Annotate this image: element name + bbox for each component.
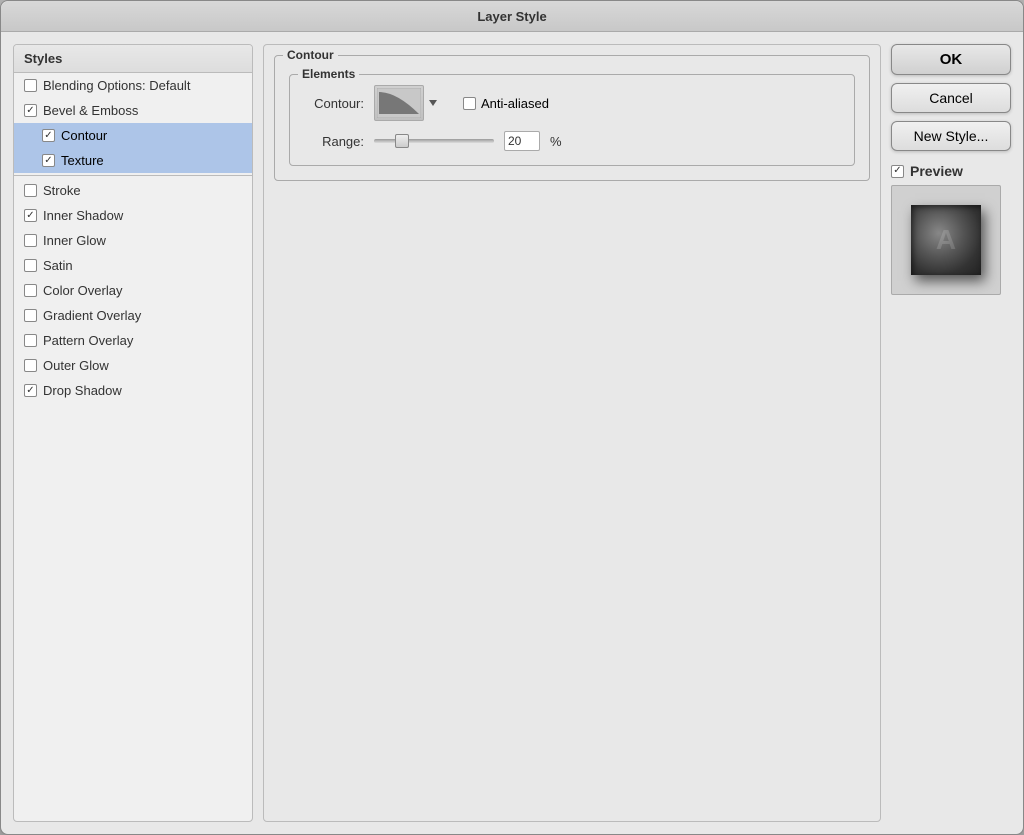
sidebar-item-gradient-overlay[interactable]: Gradient Overlay [14, 303, 252, 328]
sidebar-item-drop-shadow[interactable]: Drop Shadow [14, 378, 252, 403]
contour-group-box: Contour Elements Contour: [274, 55, 870, 181]
contour-field-label: Contour: [304, 96, 364, 111]
layer-style-dialog: Layer Style Styles Blending Options: Def… [0, 0, 1024, 835]
contour-curve-icon [377, 88, 421, 118]
anti-alias-label: Anti-aliased [481, 96, 549, 111]
dialog-title: Layer Style [477, 9, 546, 24]
contour-preview-button[interactable] [374, 85, 424, 121]
gradient-overlay-label: Gradient Overlay [43, 308, 141, 323]
anti-alias-checkbox[interactable] [463, 97, 476, 110]
texture-checkbox[interactable] [42, 154, 55, 167]
contour-row: Contour: [304, 85, 840, 121]
percent-label: % [550, 134, 562, 149]
sidebar-item-satin[interactable]: Satin [14, 253, 252, 278]
range-slider-input[interactable] [374, 139, 494, 143]
anti-alias-row: Anti-aliased [463, 96, 549, 111]
cancel-button[interactable]: Cancel [891, 83, 1011, 113]
group-box-title: Contour [283, 48, 338, 62]
satin-label: Satin [43, 258, 73, 273]
preview-label-row: Preview [891, 163, 1011, 179]
color-overlay-checkbox[interactable] [24, 284, 37, 297]
separator-1 [14, 175, 252, 176]
sidebar-item-blending-options[interactable]: Blending Options: Default [14, 73, 252, 98]
sidebar-item-inner-shadow[interactable]: Inner Shadow [14, 203, 252, 228]
range-row: Range: % [304, 131, 840, 151]
outer-glow-checkbox[interactable] [24, 359, 37, 372]
range-value-input[interactable] [504, 131, 540, 151]
inner-glow-label: Inner Glow [43, 233, 106, 248]
drop-shadow-label: Drop Shadow [43, 383, 122, 398]
stroke-checkbox[interactable] [24, 184, 37, 197]
range-field-label: Range: [304, 134, 364, 149]
blending-options-label: Blending Options: Default [43, 78, 190, 93]
sidebar-item-texture[interactable]: Texture [14, 148, 252, 173]
preview-letter: A [936, 224, 956, 256]
blending-options-checkbox[interactable] [24, 79, 37, 92]
main-content: Contour Elements Contour: [263, 44, 881, 822]
preview-checkbox[interactable] [891, 165, 904, 178]
preview-section: Preview A [891, 163, 1011, 295]
drop-shadow-checkbox[interactable] [24, 384, 37, 397]
elements-sub-group: Elements Contour: [289, 74, 855, 166]
ok-button[interactable]: OK [891, 44, 1011, 75]
sidebar-item-pattern-overlay[interactable]: Pattern Overlay [14, 328, 252, 353]
preview-box: A [891, 185, 1001, 295]
dialog-body: Styles Blending Options: Default Bevel &… [1, 32, 1023, 834]
texture-label: Texture [61, 153, 104, 168]
gradient-overlay-checkbox[interactable] [24, 309, 37, 322]
stroke-label: Stroke [43, 183, 81, 198]
bevel-emboss-label: Bevel & Emboss [43, 103, 138, 118]
sidebar-item-stroke[interactable]: Stroke [14, 178, 252, 203]
sidebar-item-bevel-emboss[interactable]: Bevel & Emboss [14, 98, 252, 123]
preview-label: Preview [910, 163, 963, 179]
left-panel: Styles Blending Options: Default Bevel &… [13, 44, 253, 822]
outer-glow-label: Outer Glow [43, 358, 109, 373]
satin-checkbox[interactable] [24, 259, 37, 272]
sidebar-item-outer-glow[interactable]: Outer Glow [14, 353, 252, 378]
inner-shadow-checkbox[interactable] [24, 209, 37, 222]
sidebar-item-inner-glow[interactable]: Inner Glow [14, 228, 252, 253]
new-style-button[interactable]: New Style... [891, 121, 1011, 151]
left-panel-header: Styles [14, 45, 252, 73]
sidebar-item-color-overlay[interactable]: Color Overlay [14, 278, 252, 303]
contour-checkbox[interactable] [42, 129, 55, 142]
bevel-emboss-checkbox[interactable] [24, 104, 37, 117]
color-overlay-label: Color Overlay [43, 283, 122, 298]
right-panel: OK Cancel New Style... Preview A [891, 44, 1011, 822]
pattern-overlay-checkbox[interactable] [24, 334, 37, 347]
sidebar-item-contour[interactable]: Contour [14, 123, 252, 148]
pattern-overlay-label: Pattern Overlay [43, 333, 133, 348]
inner-glow-checkbox[interactable] [24, 234, 37, 247]
title-bar: Layer Style [1, 1, 1023, 32]
contour-dropdown-arrow-icon[interactable] [429, 100, 437, 106]
preview-thumbnail: A [911, 205, 981, 275]
contour-picker-wrap [374, 85, 437, 121]
contour-label: Contour [61, 128, 107, 143]
inner-shadow-label: Inner Shadow [43, 208, 123, 223]
sub-group-title: Elements [298, 67, 359, 81]
